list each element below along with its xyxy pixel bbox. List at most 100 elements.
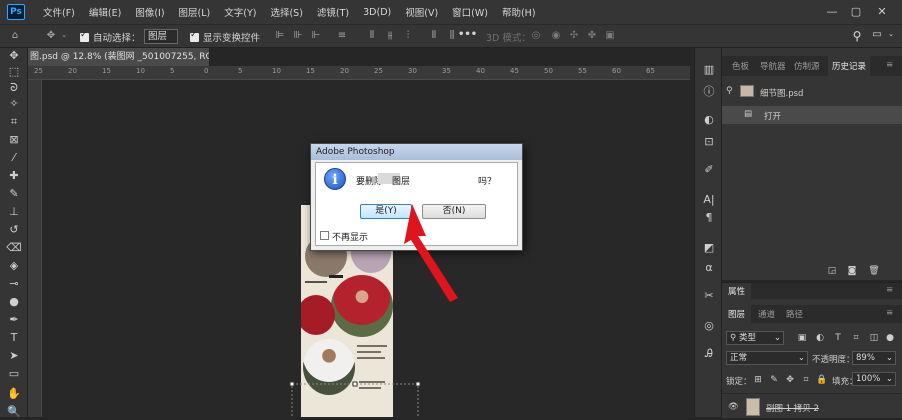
- chevron-down-icon[interactable]: ⌄: [60, 31, 68, 39]
- menu-image[interactable]: 图像(I): [135, 5, 164, 19]
- menu-filter[interactable]: 滤镜(T): [317, 5, 349, 19]
- blur-tool-icon[interactable]: ⊸: [4, 276, 24, 292]
- menu-3d[interactable]: 3D(D): [363, 7, 391, 18]
- 3d-scale-icon[interactable]: ▣: [604, 30, 616, 41]
- character-icon[interactable]: A|: [700, 192, 718, 208]
- layer-filter-dropdown[interactable]: ⚲ 类型 ⌄: [726, 331, 784, 345]
- tab-paths[interactable]: 路径: [786, 308, 803, 320]
- document-tab[interactable]: 图.psd @ 12.8% (装图网 _501007255, RGB/8) *: [28, 48, 210, 66]
- layer-row[interactable]: 👁 副图 1 拷贝 2: [722, 393, 902, 418]
- pen-tool-icon[interactable]: ✒: [4, 312, 24, 328]
- info-panel-icon[interactable]: ⓘ: [700, 84, 718, 100]
- lock-position-icon[interactable]: ✥: [784, 374, 796, 386]
- tab-clone-source[interactable]: 仿制源: [794, 60, 820, 72]
- distribute-left-icon[interactable]: ⦀: [428, 30, 440, 41]
- 3d-orbit-icon[interactable]: ◎: [530, 30, 542, 41]
- clone-stamp-tool-icon[interactable]: ⊥: [4, 204, 24, 220]
- opacity-field[interactable]: 89% ⌄: [852, 351, 896, 365]
- move-tool-icon[interactable]: ✥: [4, 48, 24, 64]
- camera-snapshot-icon[interactable]: ◙: [846, 265, 858, 277]
- brush-presets-icon[interactable]: ⊡: [700, 134, 718, 150]
- eraser-tool-icon[interactable]: ⌫: [4, 240, 24, 256]
- menu-select[interactable]: 选择(S): [270, 5, 302, 19]
- hand-tool-icon[interactable]: ✋: [4, 386, 24, 402]
- tab-swatches[interactable]: 色板: [732, 60, 749, 72]
- menu-type[interactable]: 文字(Y): [224, 5, 256, 19]
- healing-brush-tool-icon[interactable]: ✚: [4, 168, 24, 184]
- maximize-icon[interactable]: ▢: [848, 4, 864, 20]
- lock-artboard-icon[interactable]: ⌗: [800, 374, 812, 386]
- eyedropper-tool-icon[interactable]: ⁄: [4, 150, 24, 166]
- auto-select-checkbox[interactable]: 自动选择：: [80, 30, 141, 44]
- menu-help[interactable]: 帮助(H): [502, 5, 536, 19]
- tools-panel-icon[interactable]: ✂: [700, 288, 718, 304]
- menu-window[interactable]: 窗口(W): [452, 5, 488, 19]
- filter-type-icon[interactable]: T: [832, 332, 844, 344]
- 3d-slide-icon[interactable]: ✤: [586, 30, 598, 41]
- lock-all-icon[interactable]: 🔒: [816, 374, 828, 386]
- trash-icon[interactable]: 🗑: [868, 265, 880, 277]
- paragraph-icon[interactable]: ¶: [700, 210, 718, 226]
- align-top-icon[interactable]: ≡: [336, 30, 348, 41]
- blend-mode-dropdown[interactable]: 正常 ⌄: [726, 351, 808, 365]
- magic-wand-tool-icon[interactable]: ✧: [4, 96, 24, 112]
- panel-menu-icon[interactable]: ≡: [886, 308, 893, 318]
- menu-edit[interactable]: 编辑(E): [89, 5, 121, 19]
- histogram-icon[interactable]: ▥: [700, 62, 718, 78]
- type-tool-icon[interactable]: T: [4, 330, 24, 346]
- show-transform-controls-checkbox[interactable]: 显示变换控件: [190, 30, 260, 44]
- 3d-roll-icon[interactable]: ◉: [550, 30, 562, 41]
- filter-adjustment-icon[interactable]: ◐: [814, 332, 826, 344]
- history-item-row[interactable]: ▤ 打开: [722, 106, 902, 124]
- chevron-down-icon[interactable]: ⌄: [886, 30, 896, 38]
- more-options-icon[interactable]: •••: [458, 29, 477, 40]
- minimize-icon[interactable]: —: [824, 4, 840, 20]
- align-right-icon[interactable]: ⊩: [310, 30, 322, 41]
- snapshot-name[interactable]: 细节图.psd: [760, 87, 803, 99]
- transform-bounding-box[interactable]: [286, 378, 426, 417]
- auto-select-dropdown[interactable]: 图层 ⌄: [144, 29, 178, 54]
- workspace-icon[interactable]: ▭: [870, 29, 884, 40]
- new-document-from-state-icon[interactable]: ◲: [826, 265, 838, 277]
- move-tool-preset-icon[interactable]: ✥: [44, 30, 58, 41]
- crop-tool-icon[interactable]: ⌗: [4, 114, 24, 130]
- menu-view[interactable]: 视图(V): [405, 5, 438, 19]
- tab-properties[interactable]: 属性: [722, 283, 752, 299]
- frame-tool-icon[interactable]: ⊠: [4, 132, 24, 148]
- brush-settings-icon[interactable]: ✐: [700, 162, 718, 178]
- distribute-bottom-icon[interactable]: ⫶: [402, 30, 414, 41]
- brush-tool-icon[interactable]: ✎: [4, 186, 24, 202]
- distribute-vcenter-icon[interactable]: ⫵: [384, 30, 396, 41]
- path-selection-tool-icon[interactable]: ➤: [4, 348, 24, 364]
- 3d-panel-icon[interactable]: ◎: [700, 318, 718, 334]
- filter-toggle-icon[interactable]: ●: [884, 332, 896, 344]
- visibility-eye-icon[interactable]: 👁: [728, 402, 739, 412]
- filter-pixel-icon[interactable]: ▣: [796, 332, 808, 344]
- paint-bucket-tool-icon[interactable]: ◈: [4, 258, 24, 274]
- distribute-top-icon[interactable]: ⫴: [366, 30, 378, 41]
- adjustments-icon[interactable]: ◐: [700, 112, 718, 128]
- filter-smart-object-icon[interactable]: ◫: [868, 332, 880, 344]
- history-brush-source-icon[interactable]: ⚲: [726, 86, 738, 98]
- clone-source-icon[interactable]: ◩: [700, 240, 718, 256]
- close-icon[interactable]: ✕: [874, 4, 890, 20]
- rectangle-tool-icon[interactable]: ▭: [4, 366, 24, 382]
- panel-menu-icon[interactable]: ≡: [886, 285, 893, 295]
- tab-layers[interactable]: 图层: [722, 305, 752, 323]
- glyphs-icon[interactable]: ⍺: [700, 260, 718, 276]
- glyph-panel-icon[interactable]: Ꭿ: [700, 346, 718, 362]
- 3d-pan-icon[interactable]: ✣: [568, 30, 580, 41]
- lock-image-icon[interactable]: ✎: [768, 374, 780, 386]
- panel-menu-icon[interactable]: ≡: [886, 60, 893, 70]
- home-icon[interactable]: ⌂: [8, 30, 22, 41]
- menu-layer[interactable]: 图层(L): [179, 5, 211, 19]
- layer-name[interactable]: 副图 1 拷贝 2: [766, 402, 819, 414]
- distribute-right-icon[interactable]: ⫼: [446, 30, 458, 41]
- dont-show-again-checkbox[interactable]: [320, 231, 329, 240]
- lock-transparent-icon[interactable]: ⊞: [752, 374, 764, 386]
- lasso-tool-icon[interactable]: ᘐ: [4, 80, 24, 96]
- filter-shape-icon[interactable]: ⌗: [850, 332, 862, 344]
- menu-file[interactable]: 文件(F): [43, 5, 75, 19]
- align-left-icon[interactable]: ⊫: [274, 30, 286, 41]
- zoom-tool-icon[interactable]: 🔍: [4, 404, 24, 420]
